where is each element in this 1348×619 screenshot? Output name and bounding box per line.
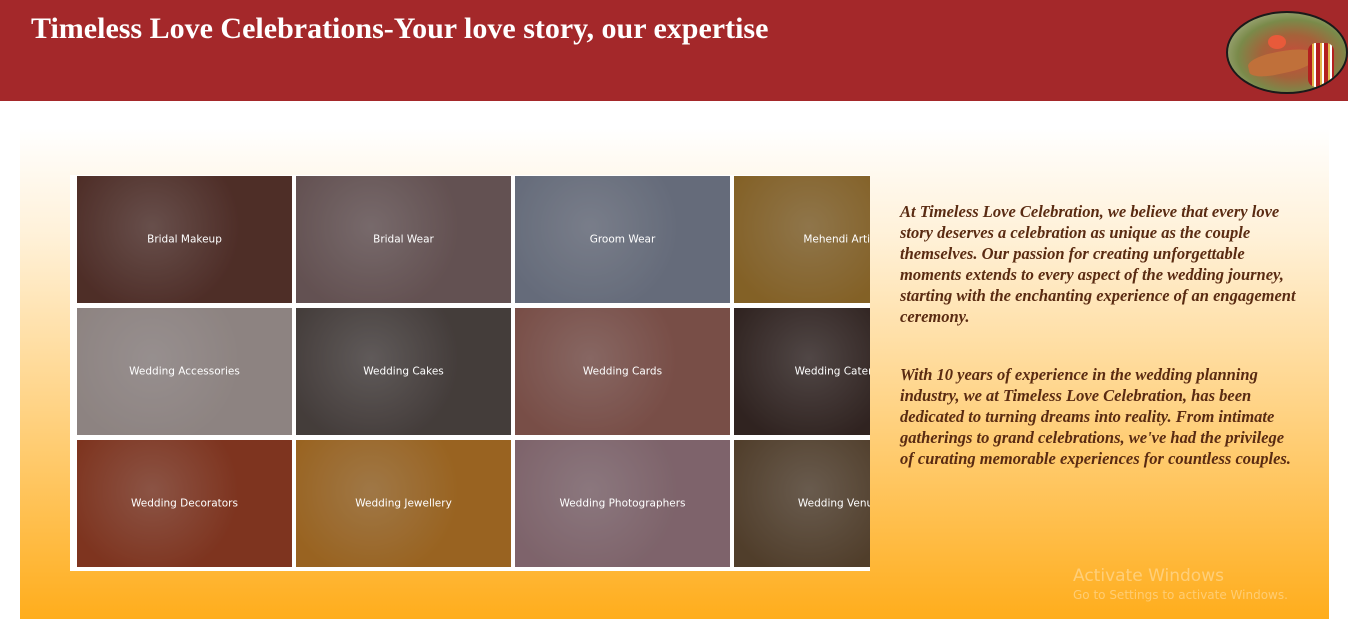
about-paragraph-1: At Timeless Love Celebration, we believe…: [900, 202, 1296, 326]
tile-label: Wedding Decorators: [131, 497, 238, 509]
tile-label: Bridal Makeup: [147, 233, 222, 245]
service-tile[interactable]: Wedding Venues: [734, 440, 870, 567]
tile-label: Wedding Venues: [797, 497, 870, 509]
site-header: Timeless Love Celebrations-Your love sto…: [0, 0, 1348, 101]
main-content: Bridal Makeup Bridal Wear Groom Wear Mehend…: [20, 128, 1329, 619]
about-section: At Timeless Love Celebration, we believe…: [900, 201, 1300, 506]
tile-label: Wedding Cakes: [363, 365, 444, 377]
tile-label: Wedding Photographers: [559, 497, 686, 509]
tile-label: Wedding Caterers: [794, 365, 870, 377]
about-paragraph-2: With 10 years of experience in the weddi…: [900, 365, 1291, 468]
service-tile[interactable]: Wedding Cakes: [296, 308, 511, 435]
service-tile[interactable]: Bridal Makeup: [77, 176, 292, 303]
tile-label: Groom Wear: [589, 233, 656, 245]
tile-label: Wedding Cards: [582, 365, 663, 377]
service-tile[interactable]: Bridal Wear: [296, 176, 511, 303]
flower-shape: [1268, 35, 1286, 49]
service-tile[interactable]: Wedding Caterers: [734, 308, 870, 435]
watermark-line-2: Go to Settings to activate Windows.: [1073, 588, 1288, 602]
service-tile[interactable]: Wedding Jewellery: [296, 440, 511, 567]
service-tile[interactable]: Groom Wear: [515, 176, 730, 303]
windows-activation-watermark: Activate Windows Go to Settings to activ…: [1073, 565, 1288, 603]
service-tile[interactable]: Wedding Photographers: [515, 440, 730, 567]
service-tile[interactable]: Wedding Decorators: [77, 440, 292, 567]
site-title: Timeless Love Celebrations-Your love sto…: [31, 12, 769, 45]
tile-label: Bridal Wear: [373, 233, 434, 245]
tile-label: Wedding Accessories: [129, 365, 240, 377]
bride-hand-mehendi-logo-icon[interactable]: [1226, 11, 1348, 94]
service-tile[interactable]: Wedding Cards: [515, 308, 730, 435]
services-gallery: Bridal Makeup Bridal Wear Groom Wear Mehend…: [70, 175, 870, 571]
service-tile[interactable]: Wedding Accessories: [77, 308, 292, 435]
service-tile[interactable]: Mehendi Artist: [734, 176, 870, 303]
bangle-shape: [1308, 43, 1334, 87]
watermark-line-1: Activate Windows: [1073, 566, 1224, 586]
tile-label: Wedding Jewellery: [355, 497, 452, 509]
tile-label: Mehendi Artist: [803, 233, 870, 245]
